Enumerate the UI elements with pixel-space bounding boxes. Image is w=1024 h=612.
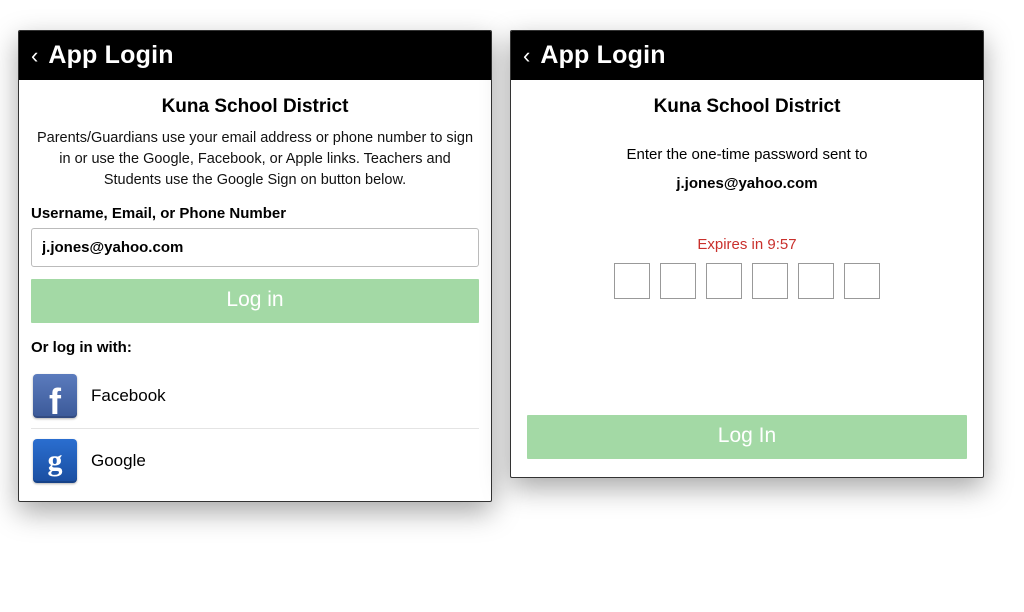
login-content: Kuna School District Parents/Guardians u… xyxy=(19,80,491,501)
otp-digit-3[interactable] xyxy=(706,263,742,299)
facebook-icon: f xyxy=(33,374,77,418)
otp-content: Kuna School District Enter the one-time … xyxy=(511,80,983,477)
facebook-login-button[interactable]: f Facebook xyxy=(31,364,479,429)
otp-digit-5[interactable] xyxy=(798,263,834,299)
otp-expires-label: Expires in 9:57 xyxy=(527,236,967,253)
username-label: Username, Email, or Phone Number xyxy=(31,205,479,222)
otp-input-group xyxy=(527,263,967,299)
username-input[interactable] xyxy=(31,228,479,267)
google-login-button[interactable]: g Google xyxy=(31,429,479,487)
google-label: Google xyxy=(91,451,146,471)
google-icon: g xyxy=(33,439,77,483)
otp-digit-1[interactable] xyxy=(614,263,650,299)
login-button[interactable]: Log In xyxy=(527,415,967,459)
otp-instruction: Enter the one-time password sent to xyxy=(527,146,967,163)
or-login-label: Or log in with: xyxy=(31,339,479,356)
district-name: Kuna School District xyxy=(527,96,967,118)
otp-email: j.jones@yahoo.com xyxy=(527,175,967,192)
header-title: App Login xyxy=(540,41,665,70)
header-title: App Login xyxy=(48,41,173,70)
otp-digit-2[interactable] xyxy=(660,263,696,299)
back-icon[interactable]: ‹ xyxy=(521,45,532,67)
district-name: Kuna School District xyxy=(31,96,479,118)
spacer xyxy=(527,309,967,415)
login-instructions: Parents/Guardians use your email address… xyxy=(31,128,479,191)
header-bar: ‹ App Login xyxy=(511,31,983,80)
login-panel-left: ‹ App Login Kuna School District Parents… xyxy=(18,30,492,502)
login-button[interactable]: Log in xyxy=(31,279,479,323)
facebook-label: Facebook xyxy=(91,386,166,406)
otp-digit-6[interactable] xyxy=(844,263,880,299)
back-icon[interactable]: ‹ xyxy=(29,45,40,67)
otp-digit-4[interactable] xyxy=(752,263,788,299)
otp-panel-right: ‹ App Login Kuna School District Enter t… xyxy=(510,30,984,478)
header-bar: ‹ App Login xyxy=(19,31,491,80)
